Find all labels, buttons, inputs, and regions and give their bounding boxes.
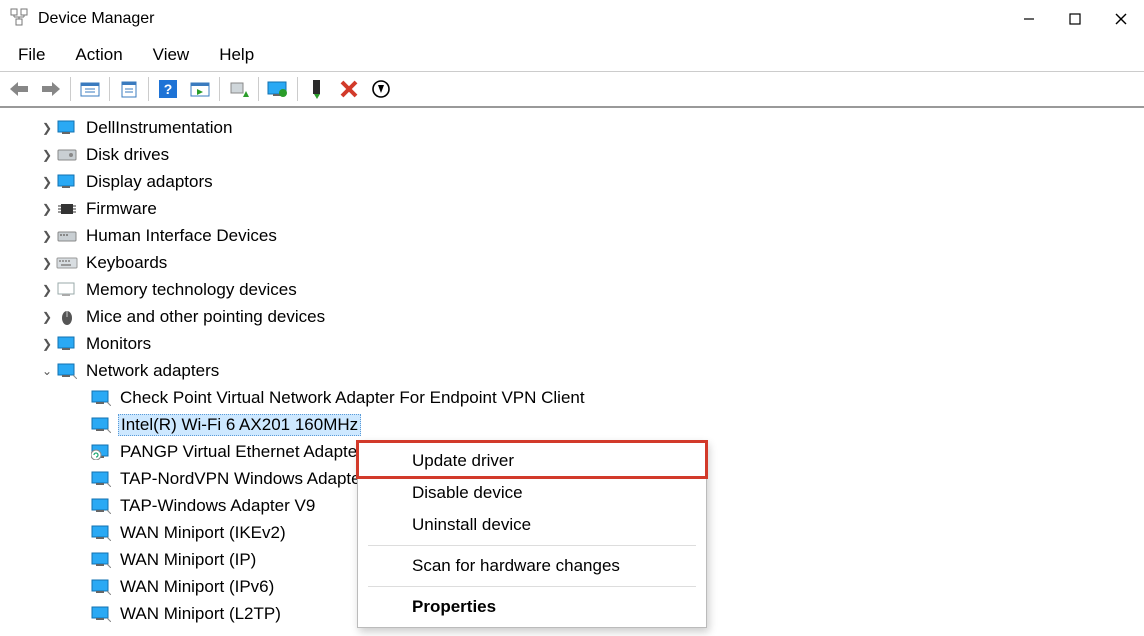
menu-view[interactable]: View	[139, 41, 204, 69]
scan-hardware-icon[interactable]	[185, 74, 215, 104]
minimize-button[interactable]	[1006, 0, 1052, 38]
category-label: Firmware	[84, 199, 159, 219]
device-label: WAN Miniport (IKEv2)	[118, 523, 288, 543]
category-label: Display adaptors	[84, 172, 215, 192]
uninstall-device-icon[interactable]	[334, 74, 364, 104]
category-label: Monitors	[84, 334, 153, 354]
device-intel-wifi-ax201[interactable]: Intel(R) Wi-Fi 6 AX201 160MHz	[10, 411, 1144, 438]
enable-device-icon[interactable]	[302, 74, 332, 104]
category-memory[interactable]: ❯ Memory technology devices	[10, 276, 1144, 303]
device-label: TAP-Windows Adapter V9	[118, 496, 317, 516]
netcard-icon	[90, 416, 112, 434]
mouse-icon	[56, 308, 78, 326]
netcard-refresh-icon	[90, 443, 112, 461]
back-arrow-icon[interactable]	[4, 74, 34, 104]
device-manager-icon	[10, 8, 28, 30]
toolbar-separator	[297, 77, 298, 101]
chevron-right-icon[interactable]: ❯	[38, 202, 56, 216]
ctx-separator	[368, 545, 696, 546]
forward-arrow-icon[interactable]	[36, 74, 66, 104]
device-label: WAN Miniport (L2TP)	[118, 604, 283, 624]
category-label: Mice and other pointing devices	[84, 307, 327, 327]
titlebar: Device Manager	[0, 0, 1144, 38]
category-label: Network adapters	[84, 361, 221, 381]
maximize-button[interactable]	[1052, 0, 1098, 38]
device-generic-icon	[56, 119, 78, 137]
toolbar-separator	[219, 77, 220, 101]
device-label: Check Point Virtual Network Adapter For …	[118, 388, 587, 408]
netcard-icon	[90, 497, 112, 515]
category-label: Keyboards	[84, 253, 169, 273]
device-check-point-adapter[interactable]: Check Point Virtual Network Adapter For …	[10, 384, 1144, 411]
hid-icon	[56, 227, 78, 245]
category-hid[interactable]: ❯ Human Interface Devices	[10, 222, 1144, 249]
chevron-right-icon[interactable]: ❯	[38, 121, 56, 135]
device-label: TAP-NordVPN Windows Adapter	[118, 469, 368, 489]
ctx-uninstall-device[interactable]: Uninstall device	[358, 509, 706, 541]
show-hidden-icon[interactable]	[75, 74, 105, 104]
toolbar-separator	[258, 77, 259, 101]
netcard-icon	[90, 524, 112, 542]
monitor-icon	[56, 335, 78, 353]
category-label: Disk drives	[84, 145, 171, 165]
menubar: File Action View Help	[0, 38, 1144, 72]
menu-action[interactable]: Action	[61, 41, 136, 69]
menu-help[interactable]: Help	[205, 41, 268, 69]
keyboard-icon	[56, 254, 78, 272]
category-network-adapters[interactable]: ⌄ Network adapters	[10, 357, 1144, 384]
chevron-right-icon[interactable]: ❯	[38, 229, 56, 243]
netcard-icon	[90, 470, 112, 488]
memory-icon	[56, 281, 78, 299]
disable-device-icon[interactable]	[366, 74, 396, 104]
menu-file[interactable]: File	[4, 41, 59, 69]
category-label: Human Interface Devices	[84, 226, 279, 246]
close-button[interactable]	[1098, 0, 1144, 38]
ctx-separator	[368, 586, 696, 587]
ctx-scan-hardware[interactable]: Scan for hardware changes	[358, 550, 706, 582]
category-dellinstrumentation[interactable]: ❯ DellInstrumentation	[10, 114, 1144, 141]
window-title: Device Manager	[38, 10, 1006, 28]
chevron-right-icon[interactable]: ❯	[38, 175, 56, 189]
category-keyboards[interactable]: ❯ Keyboards	[10, 249, 1144, 276]
device-label: PANGP Virtual Ethernet Adapter	[118, 442, 365, 462]
category-mice[interactable]: ❯ Mice and other pointing devices	[10, 303, 1144, 330]
display-icon	[56, 173, 78, 191]
ctx-properties[interactable]: Properties	[358, 591, 706, 623]
toolbar-separator	[109, 77, 110, 101]
category-label: Memory technology devices	[84, 280, 299, 300]
netcard-icon	[90, 605, 112, 623]
category-firmware[interactable]: ❯ Firmware	[10, 195, 1144, 222]
category-monitors[interactable]: ❯ Monitors	[10, 330, 1144, 357]
chevron-right-icon[interactable]: ❯	[38, 310, 56, 324]
update-driver-icon[interactable]	[263, 74, 293, 104]
context-menu: Update driver Disable device Uninstall d…	[357, 440, 707, 628]
ctx-disable-device[interactable]: Disable device	[358, 477, 706, 509]
properties-sheet-icon[interactable]	[114, 74, 144, 104]
category-label: DellInstrumentation	[84, 118, 234, 138]
toolbar: ?	[0, 72, 1144, 108]
netcard-icon	[90, 389, 112, 407]
chip-icon	[56, 200, 78, 218]
device-label: WAN Miniport (IPv6)	[118, 577, 276, 597]
chevron-down-icon[interactable]: ⌄	[38, 364, 56, 378]
ctx-update-driver[interactable]: Update driver	[358, 445, 706, 477]
category-disk-drives[interactable]: ❯ Disk drives	[10, 141, 1144, 168]
chevron-right-icon[interactable]: ❯	[38, 337, 56, 351]
network-icon	[56, 362, 78, 380]
svg-text:?: ?	[164, 81, 173, 97]
toolbar-separator	[148, 77, 149, 101]
toolbar-separator	[70, 77, 71, 101]
chevron-right-icon[interactable]: ❯	[38, 148, 56, 162]
device-label: Intel(R) Wi-Fi 6 AX201 160MHz	[118, 414, 361, 436]
netcard-icon	[90, 551, 112, 569]
disk-icon	[56, 146, 78, 164]
help-icon[interactable]: ?	[153, 74, 183, 104]
netcard-icon	[90, 578, 112, 596]
add-legacy-hw-icon[interactable]	[224, 74, 254, 104]
chevron-right-icon[interactable]: ❯	[38, 283, 56, 297]
device-label: WAN Miniport (IP)	[118, 550, 258, 570]
chevron-right-icon[interactable]: ❯	[38, 256, 56, 270]
category-display-adaptors[interactable]: ❯ Display adaptors	[10, 168, 1144, 195]
